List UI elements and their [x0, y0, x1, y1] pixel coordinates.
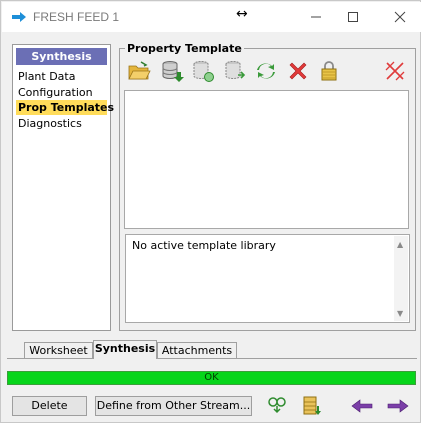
- data-table-icon[interactable]: [300, 394, 324, 418]
- scroll-down-icon[interactable]: ▼: [397, 309, 403, 318]
- stream-arrow-icon: [11, 11, 27, 26]
- nav-panel: Synthesis Plant Data Configuration Prop …: [12, 44, 114, 331]
- nav-item-plant-data[interactable]: Plant Data: [16, 69, 107, 84]
- nav-header: Synthesis: [16, 48, 107, 65]
- refresh-icon[interactable]: [254, 59, 278, 83]
- delete-x-icon[interactable]: [286, 59, 310, 83]
- status-bar: OK: [7, 371, 416, 385]
- disconnect-icon[interactable]: [383, 59, 407, 83]
- window: FRESH FEED 1 ↔ Synthesis Plant Data Conf…: [0, 0, 421, 423]
- scroll-up-icon[interactable]: ▲: [397, 240, 403, 249]
- nav-item-prop-templates[interactable]: Prop Templates: [16, 100, 114, 115]
- define-from-other-stream-button[interactable]: Define from Other Stream...: [95, 396, 252, 416]
- open-folder-icon[interactable]: [127, 59, 151, 83]
- property-template-label: Property Template: [125, 42, 244, 55]
- database-import-icon[interactable]: [191, 59, 215, 83]
- tab-attachments[interactable]: Attachments: [157, 342, 237, 358]
- tab-worksheet[interactable]: Worksheet: [24, 342, 93, 358]
- template-list[interactable]: [124, 90, 409, 229]
- nav-item-configuration[interactable]: Configuration: [16, 85, 107, 100]
- message-box: No active template library ▲ ▼: [125, 234, 410, 323]
- message-scrollbar[interactable]: ▲ ▼: [394, 236, 408, 321]
- database-export-icon[interactable]: [223, 59, 247, 83]
- nav-item-diagnostics[interactable]: Diagnostics: [16, 116, 107, 131]
- message-text: No active template library: [132, 239, 276, 252]
- molecule-icon[interactable]: [265, 394, 289, 418]
- tab-synthesis[interactable]: Synthesis: [93, 340, 157, 359]
- back-arrow-icon[interactable]: [350, 394, 374, 418]
- database-save-icon[interactable]: [160, 59, 184, 83]
- maximize-button[interactable]: [333, 3, 373, 31]
- delete-button[interactable]: Delete: [12, 396, 87, 416]
- resize-cursor-icon: ↔: [236, 6, 248, 22]
- lock-icon[interactable]: [317, 59, 341, 83]
- close-button[interactable]: [380, 3, 420, 31]
- window-title: FRESH FEED 1: [33, 10, 120, 24]
- forward-arrow-icon[interactable]: [386, 394, 410, 418]
- title-bar: FRESH FEED 1 ↔: [2, 2, 421, 32]
- minimize-button[interactable]: [296, 3, 336, 31]
